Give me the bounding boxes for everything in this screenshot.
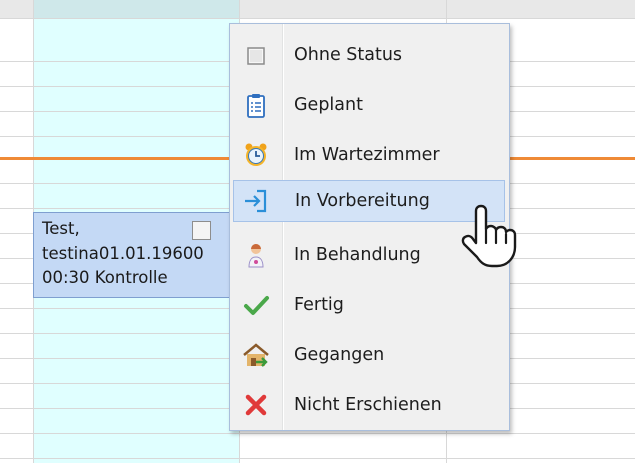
grid-row-line xyxy=(0,458,635,459)
menu-item-label: Geplant xyxy=(294,95,363,115)
alarm-clock-icon xyxy=(242,141,270,169)
hand-pointer-cursor-icon xyxy=(460,202,520,274)
menu-item-label: Im Wartezimmer xyxy=(294,145,440,165)
appointment-block[interactable]: Test, testina01.01.19600 00:30 Kontrolle xyxy=(33,212,241,298)
empty-checkbox-icon xyxy=(242,41,270,69)
grid-row-line xyxy=(0,18,635,19)
appointment-text: Test, testina01.01.19600 00:30 Kontrolle xyxy=(42,219,204,287)
menu-item-label: In Vorbereitung xyxy=(295,191,430,211)
menu-item-ohne-status[interactable]: Ohne Status xyxy=(233,34,505,76)
menu-item-fertig[interactable]: Fertig xyxy=(233,284,505,326)
doctor-icon xyxy=(242,241,270,269)
house-exit-icon xyxy=(242,341,270,369)
menu-item-label: Ohne Status xyxy=(294,45,403,65)
menu-item-im-wartezimmer[interactable]: Im Wartezimmer xyxy=(233,134,505,176)
menu-item-label: Nicht Erschienen xyxy=(294,395,442,415)
menu-item-geplant[interactable]: Geplant xyxy=(233,84,505,126)
calendar-header-strip xyxy=(0,0,635,18)
grid-row-line xyxy=(0,433,635,434)
menu-item-nicht-erschienen[interactable]: Nicht Erschienen xyxy=(233,384,505,426)
clipboard-icon xyxy=(242,91,270,119)
red-x-icon xyxy=(242,391,270,419)
sign-in-arrow-icon xyxy=(242,187,270,215)
menu-item-gegangen[interactable]: Gegangen xyxy=(233,334,505,376)
menu-item-label: Gegangen xyxy=(294,345,385,365)
green-check-icon xyxy=(242,291,270,319)
menu-item-label: In Behandlung xyxy=(294,245,421,265)
menu-item-label: Fertig xyxy=(294,295,344,315)
appointment-status-checkbox-icon[interactable] xyxy=(192,221,211,240)
